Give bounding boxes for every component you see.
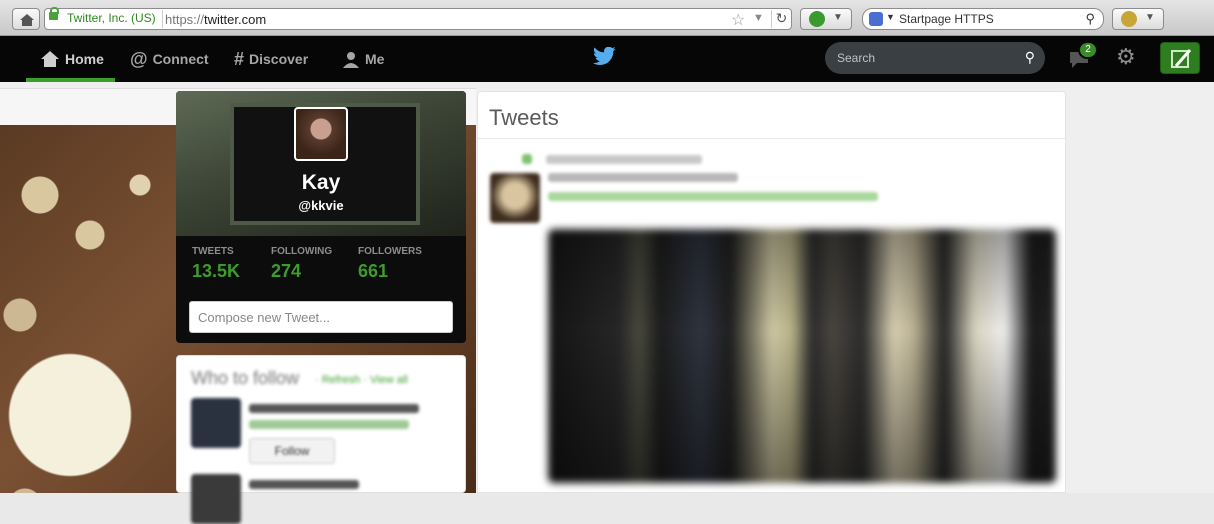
search-engine-name: Startpage HTTPS (899, 12, 994, 26)
url-bar[interactable]: Twitter, Inc. (US) https://twitter.com ☆… (44, 7, 792, 30)
nav-me[interactable]: Me (342, 36, 384, 82)
chevron-down-icon: ▼ (833, 12, 843, 23)
nav-connect-label: Connect (152, 51, 209, 67)
stat-following-label: FOLLOWING (271, 246, 333, 257)
retweeted-by-line[interactable] (546, 155, 702, 164)
stat-following[interactable]: FOLLOWING 274 (271, 246, 332, 282)
person-icon (343, 52, 359, 68)
home-icon (41, 51, 59, 67)
url-host: twitter.com (204, 12, 267, 27)
tweet-photo[interactable] (548, 229, 1056, 483)
nav-home-label: Home (65, 51, 104, 67)
home-icon (20, 14, 34, 26)
suggested-user-name[interactable] (249, 480, 359, 489)
compose-tweet-input[interactable]: Compose new Tweet... (189, 301, 453, 333)
nav-discover-label: Discover (249, 51, 309, 67)
stat-tweets[interactable]: TWEETS 13.5K (192, 246, 240, 282)
nav-home[interactable]: Home (40, 36, 104, 82)
search-icon[interactable]: ⚲ (1025, 49, 1035, 66)
url-dropdown-icon[interactable]: ▼ (753, 12, 764, 24)
stat-followers-value: 661 (358, 261, 389, 281)
magnifier-icon[interactable]: ⚲ (1085, 11, 1095, 27)
profile-name[interactable]: Kay (176, 171, 466, 195)
browser-search-bar[interactable]: ▼ Startpage HTTPS ⚲ (862, 8, 1104, 30)
profile-card: Kay @kkvie TWEETS 13.5K FOLLOWING 274 FO… (176, 91, 466, 343)
stat-followers[interactable]: FOLLOWERS 661 (358, 246, 422, 282)
twitter-search: ⚲ (825, 42, 1045, 74)
browser-home-button[interactable] (12, 8, 40, 30)
retweet-icon (522, 154, 532, 164)
suggested-user-avatar[interactable] (191, 398, 241, 448)
gear-icon[interactable]: ⚙ (1116, 44, 1136, 70)
who-to-follow-panel: Who to follow · Refresh · View all Follo… (176, 355, 466, 524)
url-protocol: https:// (165, 12, 205, 27)
extension-icon (809, 11, 825, 27)
search-engine-icon[interactable] (869, 12, 883, 26)
compose-icon (1171, 49, 1192, 68)
addon-button[interactable]: ▼ (1112, 8, 1164, 30)
extension-button[interactable]: ▼ (800, 8, 852, 30)
stat-tweets-value: 13.5K (192, 261, 241, 281)
tweet-author-avatar[interactable] (490, 173, 540, 223)
ssl-identity[interactable]: Twitter, Inc. (US) (49, 10, 163, 28)
follow-button[interactable]: Follow (249, 438, 335, 464)
stat-following-value: 274 (271, 261, 302, 281)
at-icon: @ (130, 48, 148, 69)
search-input[interactable] (835, 48, 1015, 68)
dm-count-badge: 2 (1078, 41, 1098, 59)
chevron-down-icon: ▼ (1145, 12, 1155, 23)
divider (478, 138, 1065, 139)
nav-discover[interactable]: # Discover (234, 36, 308, 82)
tweet-author-line[interactable] (548, 173, 738, 182)
chevron-down-icon[interactable]: ▼ (886, 12, 895, 22)
who-to-follow-title: Who to follow (191, 368, 300, 388)
suggested-user-context (249, 420, 409, 429)
avatar[interactable] (294, 107, 348, 161)
photo-shading (548, 229, 1056, 483)
tweets-title: Tweets (489, 105, 559, 130)
twitter-bird-icon[interactable] (593, 47, 617, 67)
compose-tweet-button[interactable] (1160, 42, 1200, 74)
tweets-timeline: Tweets (477, 91, 1066, 493)
nav-connect[interactable]: @ Connect (130, 36, 209, 82)
tweet-text-line (548, 192, 878, 201)
browser-toolbar: Twitter, Inc. (US) https://twitter.com ☆… (0, 0, 1214, 36)
stat-tweets-label: TWEETS (192, 246, 234, 257)
bookmark-star-icon[interactable]: ☆ (731, 10, 745, 30)
who-to-follow-links[interactable]: · Refresh · View all (315, 374, 408, 386)
profile-handle[interactable]: @kkvie (176, 198, 466, 213)
reload-icon[interactable]: ↻ (771, 10, 791, 28)
nav-me-label: Me (365, 51, 385, 67)
suggested-user-avatar[interactable] (191, 474, 241, 524)
addon-icon (1121, 11, 1137, 27)
url-text[interactable]: https://twitter.com (165, 12, 266, 27)
hash-icon: # (234, 48, 245, 69)
stat-followers-label: FOLLOWERS (358, 246, 422, 257)
suggested-user-name[interactable] (249, 404, 419, 413)
